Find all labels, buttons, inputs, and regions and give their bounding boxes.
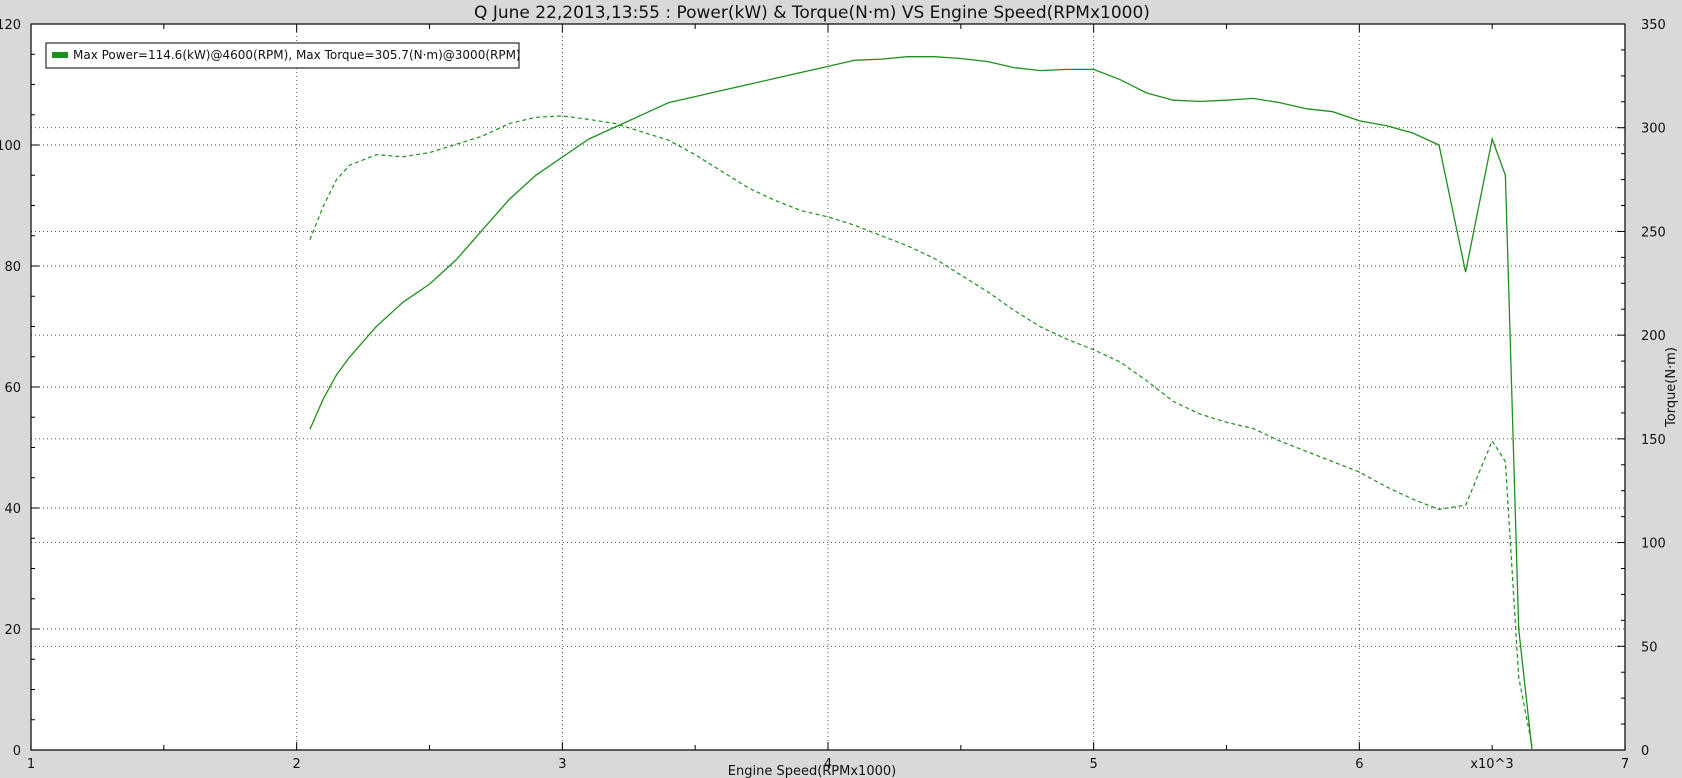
y-right-tick-label: 350 [1641, 18, 1666, 33]
y-left-tick-label: 0 [13, 744, 21, 759]
legend-text: Max Power=114.6(kW)@4600(RPM), Max Torqu… [73, 48, 521, 62]
y-right-tick-label: 50 [1641, 640, 1658, 655]
x-tick-label: 5 [1090, 757, 1098, 772]
legend: Max Power=114.6(kW)@4600(RPM), Max Torqu… [45, 42, 521, 69]
y-right-tick-label: 150 [1641, 433, 1666, 448]
x-tick-label: 1 [27, 757, 35, 772]
y-right-tick-label: 100 [1641, 537, 1666, 552]
x-axis-label: Engine Speed(RPMx1000) [728, 764, 896, 778]
x-axis-multiplier: x10^3 [1470, 757, 1513, 772]
x-tick-label: 6 [1355, 757, 1363, 772]
y-left-tick-label: 60 [4, 381, 21, 396]
power-torque-chart: Q June 22,2013,13:55 : Power(kW) & Torqu… [0, 3, 1679, 778]
y-left-tick-label: 100 [0, 139, 21, 154]
x-tick-label: 3 [558, 757, 566, 772]
y-left-tick-label: 120 [0, 18, 21, 33]
chart-title: Q June 22,2013,13:55 : Power(kW) & Torqu… [474, 3, 1150, 23]
y-right-axis-label: Torque(N·m) [1664, 347, 1679, 428]
y-right-tick-label: 200 [1641, 329, 1666, 344]
x-tick-label: 2 [293, 757, 301, 772]
y-left-tick-label: 40 [4, 502, 21, 517]
y-right-tick-label: 250 [1641, 225, 1666, 240]
y-right-tick-label: 0 [1641, 744, 1649, 759]
y-right-tick-label: 300 [1641, 122, 1666, 137]
y-left-tick-label: 80 [4, 260, 21, 275]
x-tick-label: 7 [1621, 757, 1629, 772]
y-left-tick-label: 20 [4, 623, 21, 638]
legend-swatch [52, 52, 68, 58]
